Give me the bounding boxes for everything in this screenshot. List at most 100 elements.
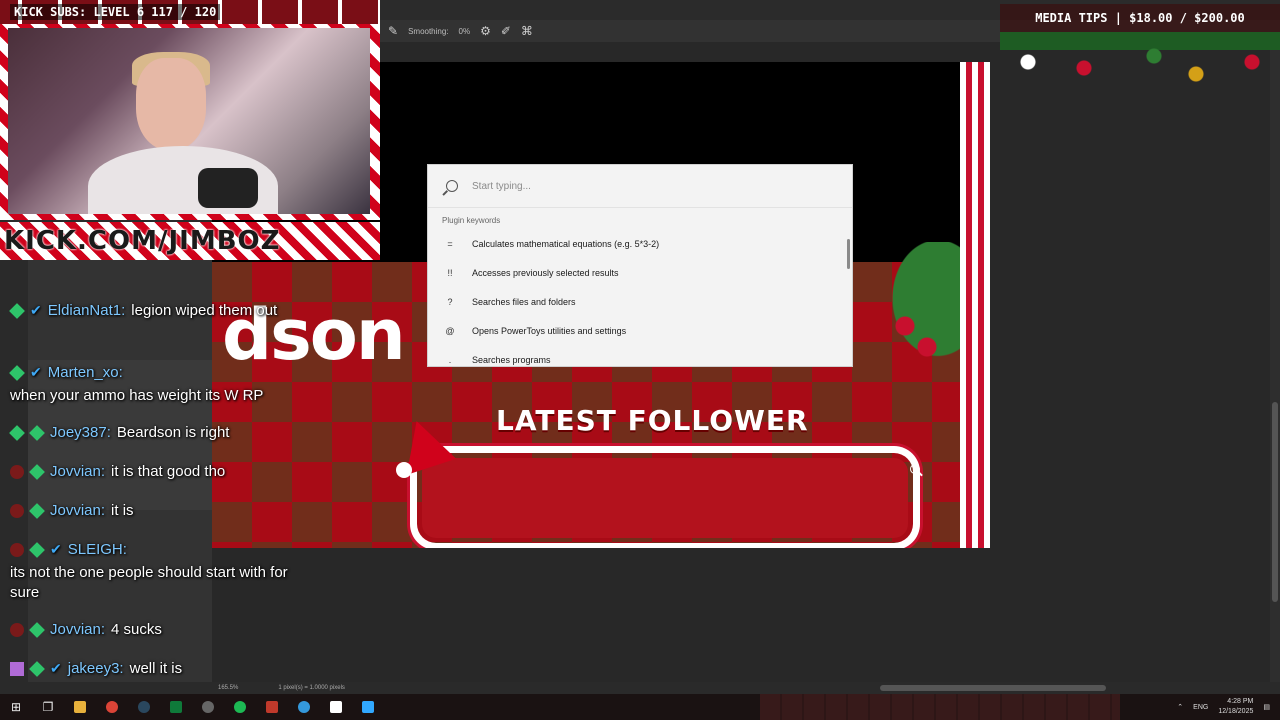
- task-view-icon[interactable]: ❐: [32, 694, 64, 720]
- verified-badge-icon: ✔: [30, 302, 42, 318]
- photoshop-status-bar: 165.5% 1 pixel(s) = 1.0000 pixels: [0, 682, 1280, 694]
- subs-goal-bar: KICK SUBS: LEVEL 6 117 / 120: [0, 0, 380, 24]
- result-label: Opens PowerToys utilities and settings: [472, 325, 627, 336]
- channel-url: KICK.COM/JIMBOZ: [4, 226, 281, 256]
- result-item[interactable]: ? Searches files and folders: [428, 287, 852, 316]
- result-keyword: ?: [447, 296, 453, 307]
- start-icon[interactable]: ⊞: [0, 694, 32, 720]
- gear-icon[interactable]: ⚙: [480, 24, 491, 38]
- subs-counter: KICK SUBS: LEVEL 6 117 / 120: [10, 4, 221, 20]
- zoom-level[interactable]: 165.5%: [218, 685, 238, 691]
- clock-date: 12/18/2025: [1218, 708, 1254, 715]
- clock[interactable]: 4:28 PM 12/18/2025: [1218, 697, 1253, 717]
- sub-badge-icon: [29, 660, 45, 677]
- result-item[interactable]: = Calculates mathematical equations (e.g…: [428, 229, 852, 258]
- notification-icon[interactable]: ▤: [1263, 703, 1270, 711]
- language-indicator[interactable]: ENG: [1193, 704, 1208, 711]
- garland-decoration: [1000, 32, 1280, 92]
- chat-message: Jovvian: it is: [10, 502, 134, 519]
- steam-icon[interactable]: [128, 694, 160, 720]
- taskbar-wallpaper: [760, 694, 1120, 720]
- chat-text: it is that good tho: [111, 463, 226, 480]
- results-scrollbar[interactable]: [847, 239, 850, 269]
- chat-text-line: when your ammo has weight its W RP: [10, 387, 264, 404]
- search-icon: [446, 180, 458, 192]
- system-tray: ⌃ ENG 4:28 PM 12/18/2025 ▤: [1177, 694, 1280, 720]
- sub-badge-icon: [29, 463, 45, 480]
- clock-time: 4:28 PM: [1227, 698, 1254, 705]
- chat-username: Marten_xo:: [47, 364, 123, 381]
- result-label: Searches programs: [472, 354, 551, 365]
- chat-text: legion wiped them out: [131, 302, 278, 319]
- result-keyword: !!: [447, 267, 453, 278]
- latest-follower-title: LATEST FOLLOWER: [496, 404, 809, 437]
- photoshop-options-bar: ✎ Smoothing: 0% ⚙ ✐ ⌘: [380, 20, 1000, 42]
- spotify-icon[interactable]: [224, 694, 256, 720]
- verified-badge-icon: ✔: [50, 541, 62, 557]
- chat-username: jakeey3:: [67, 660, 124, 677]
- sub-badge-icon: [29, 621, 45, 638]
- photoshop-icon[interactable]: [352, 694, 384, 720]
- candy-stripe-border: [960, 62, 990, 548]
- chat-text-line: its not the one people should start with…: [10, 564, 288, 601]
- horizontal-scrollbar[interactable]: [880, 685, 1106, 691]
- zoom-cursor-icon: [910, 464, 920, 474]
- avatar-badge-icon: [10, 622, 24, 637]
- vertical-scrollbar[interactable]: [1270, 42, 1280, 682]
- streamer-face: [136, 58, 206, 150]
- chat-username: SLEIGH:: [67, 541, 127, 558]
- obs-icon[interactable]: [192, 694, 224, 720]
- chrome-icon[interactable]: [96, 694, 128, 720]
- chat-text: it is: [111, 502, 134, 519]
- run-search-input[interactable]: [470, 179, 804, 193]
- result-item[interactable]: !! Accesses previously selected results: [428, 258, 852, 287]
- microphone: [198, 168, 258, 208]
- browser-icon[interactable]: [288, 694, 320, 720]
- doc-info: 1 pixel(s) = 1.0000 pixels: [278, 685, 345, 691]
- chat-overlay: ✔ EldianNat1: legion wiped them out ✔ Ma…: [0, 262, 310, 682]
- powertoys-run-window: Plugin keywords = Calculates mathematica…: [427, 164, 853, 367]
- result-keyword: .: [448, 354, 452, 365]
- chat-message: ✔ SLEIGH:: [10, 541, 127, 558]
- scrollbar-thumb[interactable]: [1272, 402, 1278, 602]
- pen-pressure-icon[interactable]: ✐: [501, 24, 511, 38]
- gift-badge-icon: [10, 661, 24, 676]
- run-search-bar: [428, 165, 852, 208]
- avatar-badge-icon: [10, 542, 24, 557]
- chat-username: Joey387:: [50, 424, 111, 441]
- result-keyword: =: [447, 238, 453, 249]
- smoothing-value[interactable]: 0%: [459, 27, 471, 36]
- sub-badge-icon: [9, 424, 25, 441]
- verified-badge-icon: ✔: [30, 364, 42, 380]
- channel-url-banner: KICK.COM/JIMBOZ: [0, 222, 380, 260]
- sub-badge-icon: [29, 424, 45, 441]
- santa-hat-pompom: [396, 462, 412, 478]
- media-tips-bar: MEDIA TIPS | $18.00 / $200.00: [1000, 4, 1280, 32]
- result-item[interactable]: . Searches programs: [428, 345, 852, 366]
- sub-badge-icon: [29, 502, 45, 519]
- butterfly-icon[interactable]: ⌘: [521, 24, 533, 38]
- plugin-keywords-label: Plugin keywords: [442, 216, 501, 225]
- chat-text: well it is: [129, 660, 183, 677]
- chat-message: Joey387: Beardson is right: [9, 424, 230, 441]
- app-icon[interactable]: [256, 694, 288, 720]
- chat-message: ✔ EldianNat1: legion wiped them out: [9, 302, 278, 319]
- chat-username: Jovvian:: [50, 621, 106, 638]
- latest-follower-box: [416, 452, 914, 544]
- chat-username: Jovvian:: [50, 463, 106, 480]
- result-keyword: @: [445, 325, 455, 336]
- file-explorer-icon[interactable]: [64, 694, 96, 720]
- avatar-badge-icon: [10, 503, 24, 518]
- chat-username: EldianNat1:: [47, 302, 126, 319]
- result-item[interactable]: @ Opens PowerToys utilities and settings: [428, 316, 852, 345]
- result-label: Accesses previously selected results: [472, 267, 619, 278]
- capcut-icon[interactable]: [320, 694, 352, 720]
- sub-badge-icon: [9, 302, 25, 319]
- terminal-icon[interactable]: [160, 694, 192, 720]
- brush-tool-icon[interactable]: ✎: [388, 24, 398, 38]
- avatar-badge-icon: [10, 464, 24, 479]
- smoothing-label: Smoothing:: [408, 26, 449, 36]
- chat-text: Beardson is right: [116, 424, 230, 441]
- chevron-up-icon[interactable]: ⌃: [1177, 703, 1183, 711]
- result-label: Searches files and folders: [472, 296, 576, 307]
